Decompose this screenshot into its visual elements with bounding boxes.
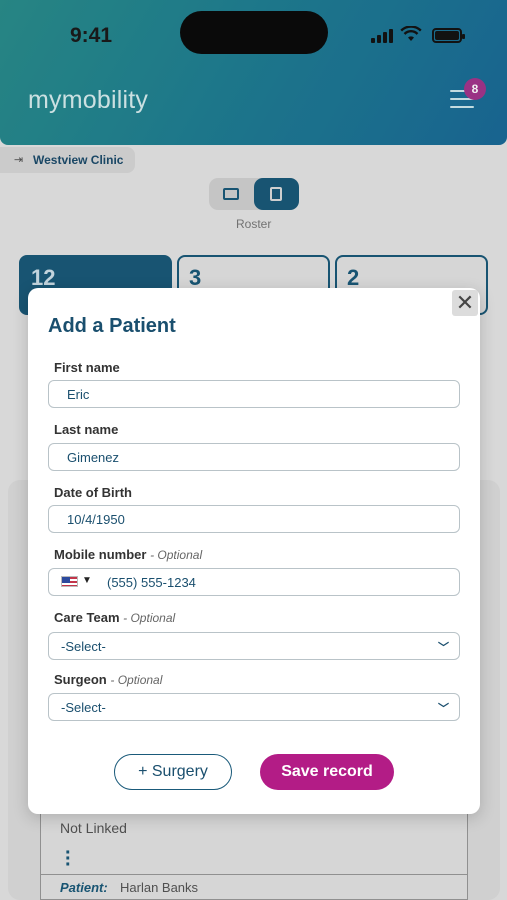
us-flag-icon[interactable] — [61, 576, 78, 587]
surgeon-label: Surgeon - Optional — [54, 672, 162, 687]
chevron-down-icon: ﹀ — [438, 642, 449, 654]
country-dropdown-icon[interactable]: ▼ — [82, 575, 92, 586]
care-team-value: -Select- — [61, 639, 106, 654]
modal-title: Add a Patient — [48, 315, 176, 337]
optional-tag: - Optional — [110, 673, 163, 687]
mobile-number-label-text: Mobile number — [54, 547, 147, 562]
close-icon[interactable]: ✕ — [452, 290, 478, 316]
first-name-label: First name — [54, 360, 120, 375]
mobile-number-value: (555) 555-1234 — [107, 575, 196, 590]
care-team-label: Care Team - Optional — [54, 610, 175, 625]
first-name-input[interactable]: Eric — [48, 380, 460, 408]
add-surgery-button[interactable]: + Surgery — [114, 754, 232, 790]
save-record-button[interactable]: Save record — [260, 754, 394, 790]
last-name-value: Gimenez — [67, 450, 120, 465]
surgeon-label-text: Surgeon — [54, 672, 107, 687]
mobile-number-label: Mobile number - Optional — [54, 547, 202, 562]
optional-tag: - Optional — [150, 548, 203, 562]
chevron-down-icon: ﹀ — [438, 703, 449, 715]
dob-input[interactable]: 10/4/1950 — [48, 505, 460, 533]
care-team-select[interactable]: -Select- ﹀ — [48, 632, 460, 660]
optional-tag: - Optional — [123, 611, 176, 625]
dob-label: Date of Birth — [54, 485, 132, 500]
add-patient-modal: ✕ Add a Patient First name Eric Last nam… — [28, 288, 480, 814]
care-team-label-text: Care Team — [54, 610, 120, 625]
surgeon-select[interactable]: -Select- ﹀ — [48, 693, 460, 721]
last-name-input[interactable]: Gimenez — [48, 443, 460, 471]
surgeon-value: -Select- — [61, 700, 106, 715]
mobile-number-input[interactable]: ▼ (555) 555-1234 — [48, 568, 460, 596]
dob-value: 10/4/1950 — [67, 512, 125, 527]
first-name-value: Eric — [67, 387, 90, 402]
last-name-label: Last name — [54, 422, 119, 437]
